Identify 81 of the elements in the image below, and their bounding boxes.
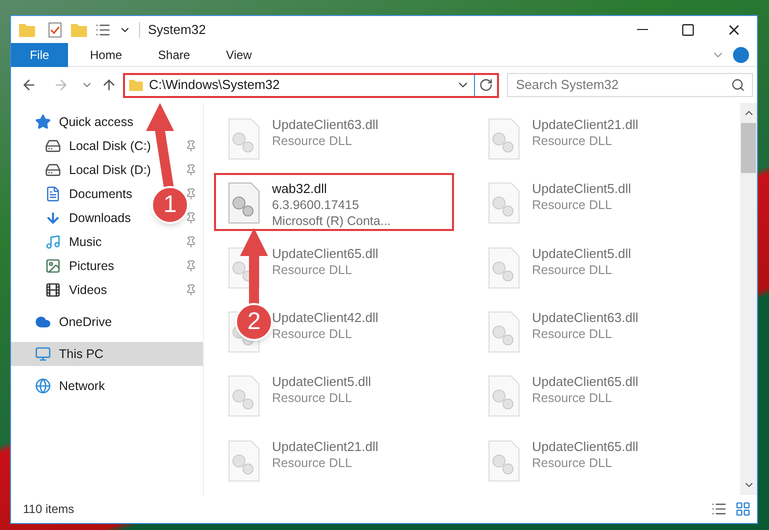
nav-item[interactable]: Music	[45, 230, 102, 254]
file-name[interactable]: UpdateClient21.dll	[532, 117, 638, 133]
file-name[interactable]: UpdateClient5.dll	[272, 374, 372, 390]
window-title: System32	[148, 20, 206, 39]
file-name[interactable]: UpdateClient5.dll	[532, 181, 632, 198]
details-view-icon[interactable]	[711, 501, 727, 517]
file-name[interactable]: UpdateClient63.dll	[532, 310, 638, 326]
address-path: C:\Windows\System32	[149, 76, 281, 94]
file-gear-icon	[486, 181, 522, 226]
cloud-icon	[35, 314, 51, 330]
file-detail: Resource DLL	[532, 326, 613, 342]
picture-icon	[45, 258, 61, 274]
file-name[interactable]: UpdateClient63.dll	[272, 117, 378, 133]
nav-item[interactable]: Quick access	[35, 110, 134, 134]
monitor-icon	[35, 346, 51, 362]
minimize-icon	[636, 29, 648, 30]
nav-item[interactable]: Pictures	[45, 254, 114, 278]
back-icon[interactable]	[21, 77, 37, 93]
refresh-icon[interactable]	[479, 78, 493, 92]
globe-icon	[35, 378, 51, 394]
file-detail: Resource DLL	[532, 133, 613, 149]
nav-item[interactable]: Documents	[45, 182, 132, 206]
ribbon-tab[interactable]: View	[212, 42, 266, 66]
drive-icon	[45, 162, 61, 178]
file-gear-icon	[226, 374, 262, 418]
address-bar[interactable]: C:\Windows\System32	[123, 72, 499, 98]
nav-item[interactable]: Network	[35, 374, 105, 398]
file-gear-icon	[226, 117, 262, 161]
nav-item[interactable]: Local Disk (D:)	[45, 158, 151, 182]
folder-icon	[129, 79, 143, 91]
file-name[interactable]: UpdateClient42.dll	[272, 310, 378, 326]
scrollbar-thumb[interactable]	[741, 123, 756, 173]
folder-icon	[19, 22, 35, 36]
file-name[interactable]: UpdateClient65.dll	[532, 374, 638, 390]
ribbon-tab[interactable]: File	[11, 42, 68, 66]
properties-icon[interactable]	[95, 22, 111, 38]
file-detail: Resource DLL	[272, 326, 353, 342]
file-detail: Resource DLL	[272, 133, 353, 149]
file-gear-icon	[486, 246, 522, 290]
search-icon	[731, 78, 745, 92]
file-gear-icon	[226, 181, 262, 226]
file-gear-icon	[486, 374, 522, 418]
document-icon	[45, 186, 61, 202]
large-icons-view-icon[interactable]	[735, 501, 751, 517]
status-text: 110 items	[23, 501, 74, 518]
file-detail: Resource DLL	[272, 454, 353, 471]
file-detail: Resource DLL	[532, 454, 613, 471]
film-icon	[45, 282, 61, 298]
file-detail: Resource DLL	[272, 262, 353, 278]
drive-icon	[45, 138, 61, 154]
file-detail: Microsoft (R) Conta...	[272, 213, 391, 230]
file-name[interactable]: UpdateClient21.dll	[272, 438, 378, 455]
scrollbar[interactable]	[740, 103, 757, 495]
file-detail: 6.3.9600.17415	[272, 197, 360, 214]
music-note-icon	[45, 234, 61, 250]
file-item[interactable]: wab32.dll 6.3.9600.17415 Microsoft (R) Conta...	[214, 173, 454, 232]
file-gear-icon	[226, 438, 262, 483]
file-gear-icon	[486, 310, 522, 354]
nav-item[interactable]: Local Disk (C:)	[45, 134, 151, 158]
star-icon	[35, 114, 51, 130]
file-detail: Resource DLL	[272, 390, 353, 406]
file-name[interactable]: UpdateClient65.dll	[272, 246, 378, 262]
nav-item[interactable]: Downloads	[45, 206, 131, 230]
nav-item[interactable]: OneDrive	[35, 310, 112, 334]
file-detail: Resource DLL	[532, 197, 613, 214]
ribbon-tab[interactable]: Home	[76, 42, 136, 66]
checklist-icon[interactable]	[47, 22, 63, 38]
file-gear-icon	[486, 117, 522, 161]
maximize-icon	[681, 22, 695, 36]
file-detail: Resource DLL	[532, 390, 613, 406]
up-icon[interactable]	[101, 77, 117, 93]
search-field[interactable]: Search System32	[507, 72, 753, 97]
ribbon-tab[interactable]: Share	[144, 42, 204, 66]
file-detail: Resource DLL	[532, 262, 613, 278]
file-name[interactable]: wab32.dll	[272, 181, 391, 198]
nav-item[interactable]: This PC	[35, 342, 104, 366]
nav-item[interactable]: Videos	[45, 278, 107, 302]
file-gear-icon	[486, 438, 522, 483]
file-name[interactable]: UpdateClient5.dll	[532, 246, 632, 262]
file-name[interactable]: UpdateClient65.dll	[532, 438, 638, 455]
download-icon	[45, 210, 61, 226]
